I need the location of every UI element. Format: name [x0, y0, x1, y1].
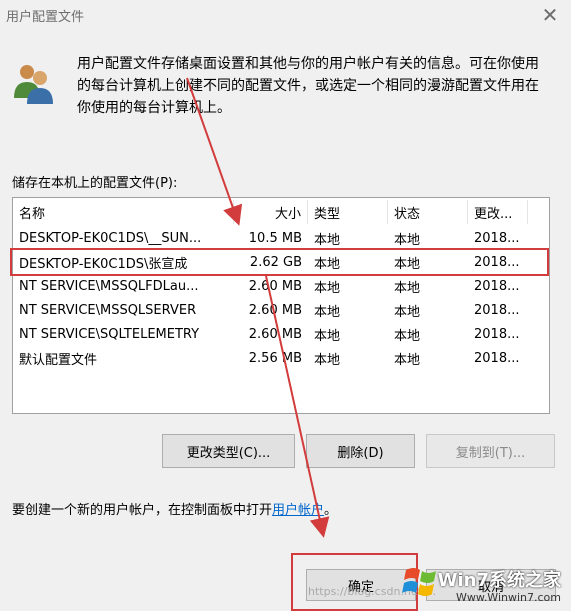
annotation-arrows [186, 77, 330, 538]
arrow-to-ok [265, 275, 330, 538]
windows-logo-icon [402, 568, 436, 596]
arrow-to-profile [186, 77, 243, 226]
watermark-url: Www.Winwin7.com [455, 591, 561, 604]
watermark-brand: Win7系统之家 [437, 570, 561, 591]
site-watermark: Win7系统之家 Www.Winwin7.com [402, 556, 571, 611]
